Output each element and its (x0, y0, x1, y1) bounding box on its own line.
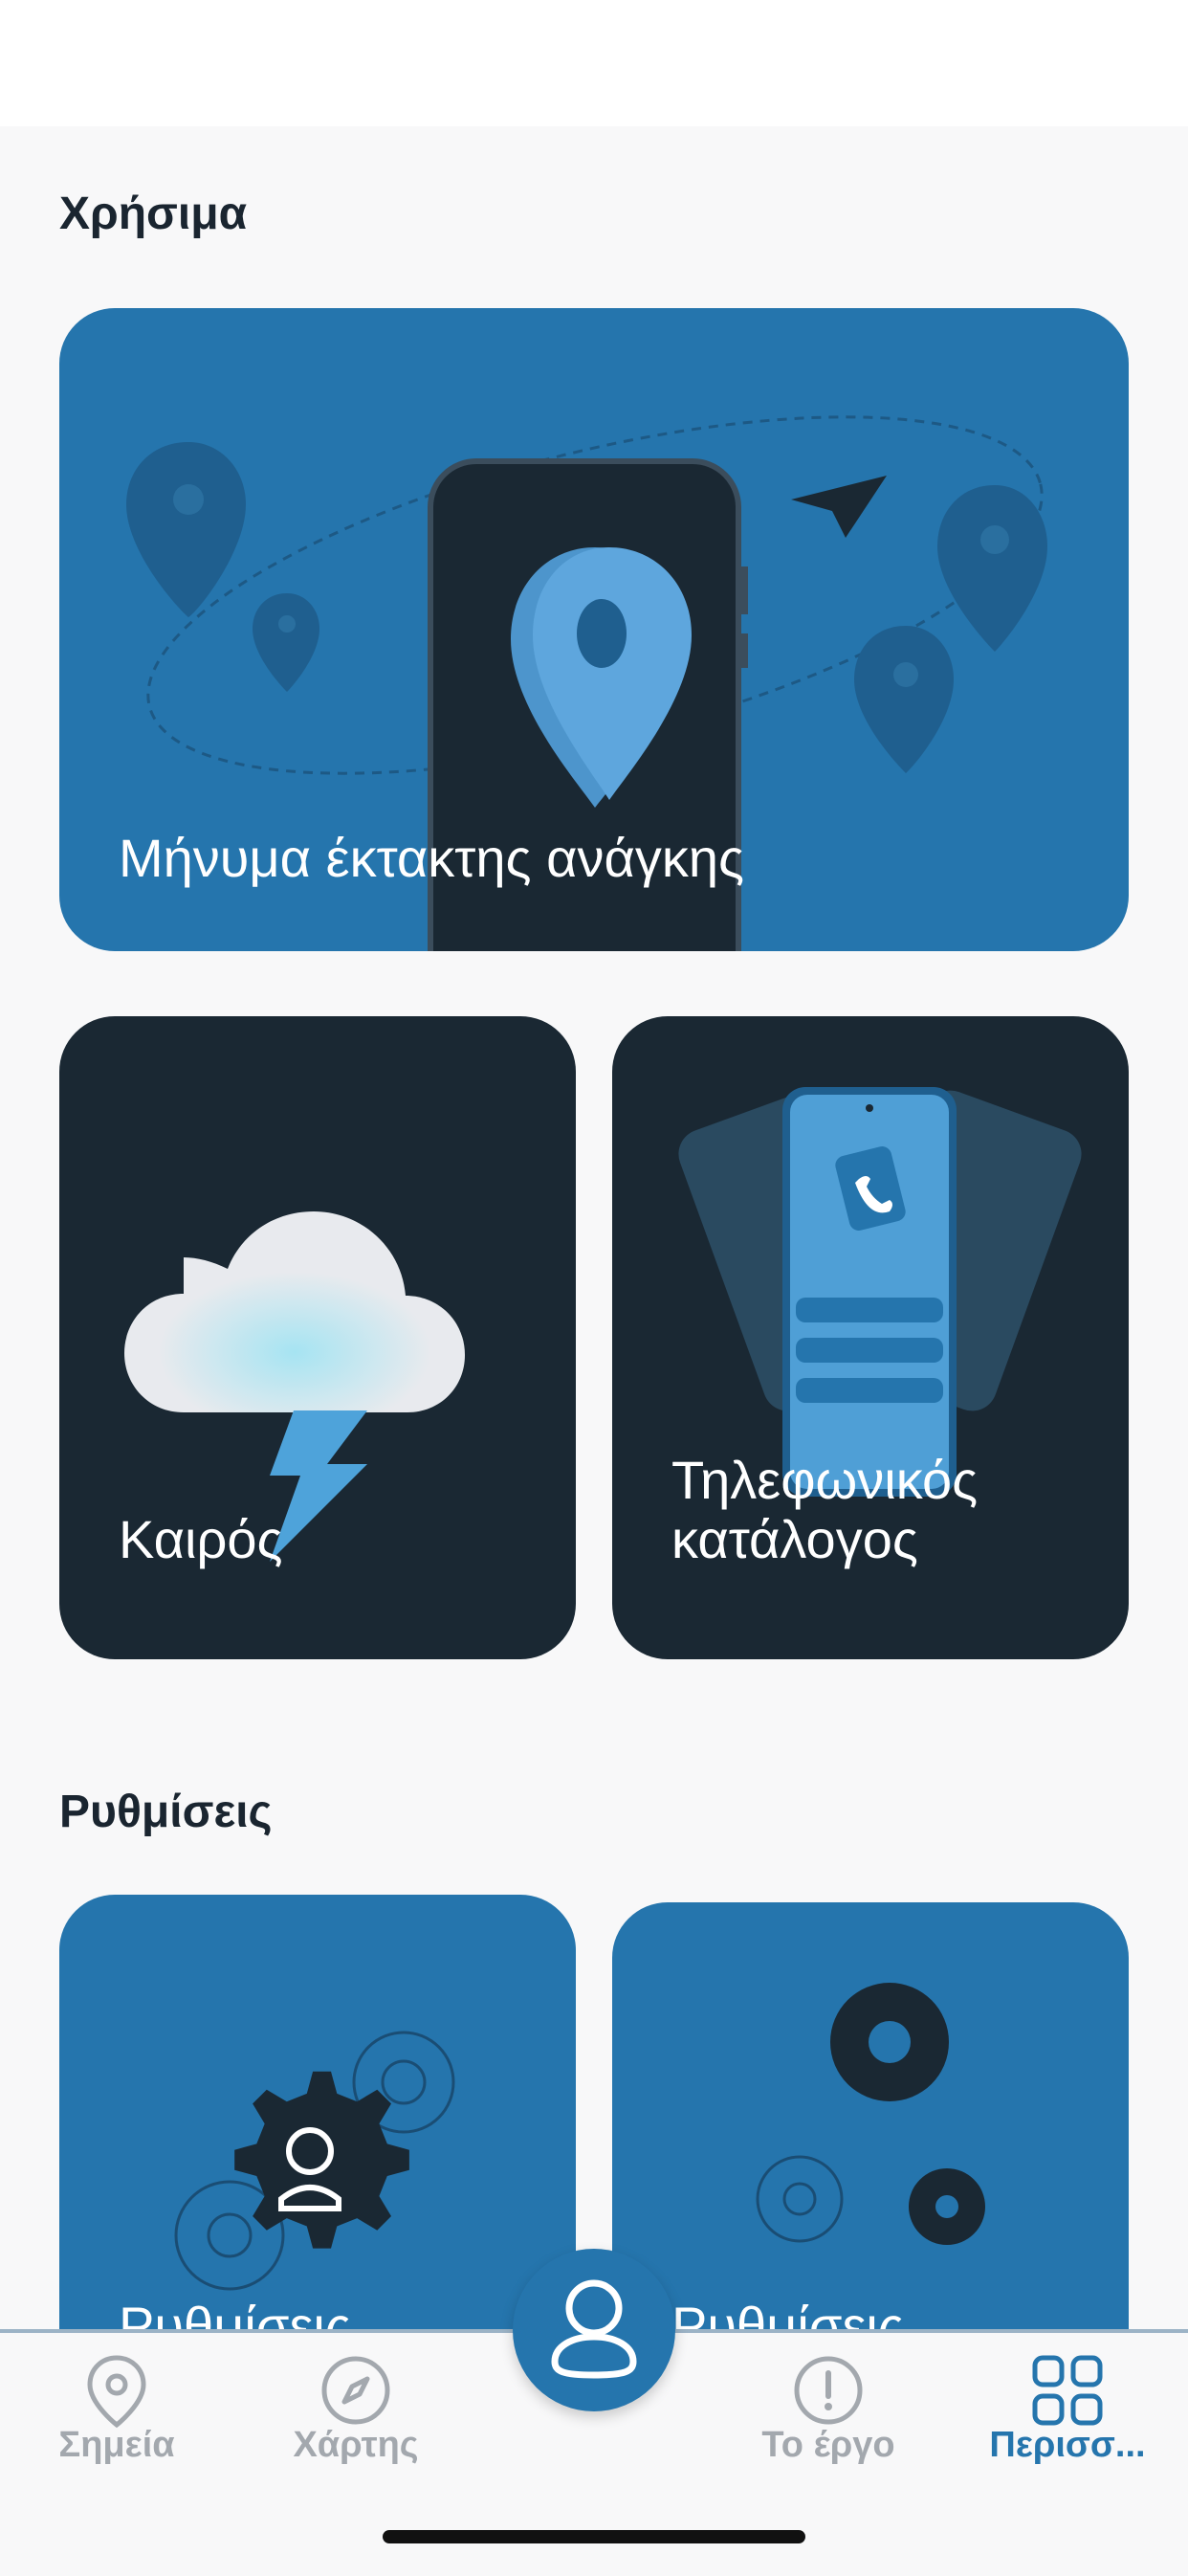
section-title-settings: Ρυθμίσεις (59, 1787, 273, 1837)
status-bar (0, 0, 1188, 126)
gears-icon (756, 1983, 985, 2245)
tab-more-label: Περισσ... (989, 2425, 1146, 2465)
profile-fab-button[interactable] (513, 2249, 675, 2411)
tab-more[interactable]: Περισσ... (953, 2333, 1182, 2496)
location-pin-icon (83, 2352, 150, 2433)
alert-circle-icon (790, 2352, 867, 2433)
tab-project[interactable]: Το έργο (714, 2333, 943, 2496)
home-indicator (383, 2530, 805, 2543)
tab-project-label: Το έργο (761, 2425, 895, 2465)
emergency-message-label: Μήνυμα έκτακτης ανάγκης (119, 828, 744, 888)
user-icon (551, 2279, 637, 2379)
phonebook-card[interactable]: Τηλεφωνικός κατάλογος (612, 1016, 1129, 1659)
grid-icon (1029, 2352, 1106, 2433)
phonebook-label-line1: Τηλεφωνικός (671, 1450, 979, 1510)
user-gear-icon (174, 2031, 455, 2291)
weather-label: Καιρός (119, 1509, 283, 1569)
tab-map[interactable]: Χάρτης (241, 2333, 471, 2496)
tab-points[interactable]: Σημεία (2, 2333, 231, 2496)
section-title-useful: Χρήσιμα (59, 189, 248, 239)
compass-icon (318, 2352, 394, 2433)
tab-points-label: Σημεία (58, 2425, 175, 2465)
phonebook-label-line2: κατάλογος (671, 1509, 918, 1569)
weather-card[interactable]: Καιρός (59, 1016, 576, 1659)
tab-map-label: Χάρτης (293, 2425, 419, 2465)
emergency-message-card[interactable]: Μήνυμα έκτακτης ανάγκης (59, 308, 1129, 951)
